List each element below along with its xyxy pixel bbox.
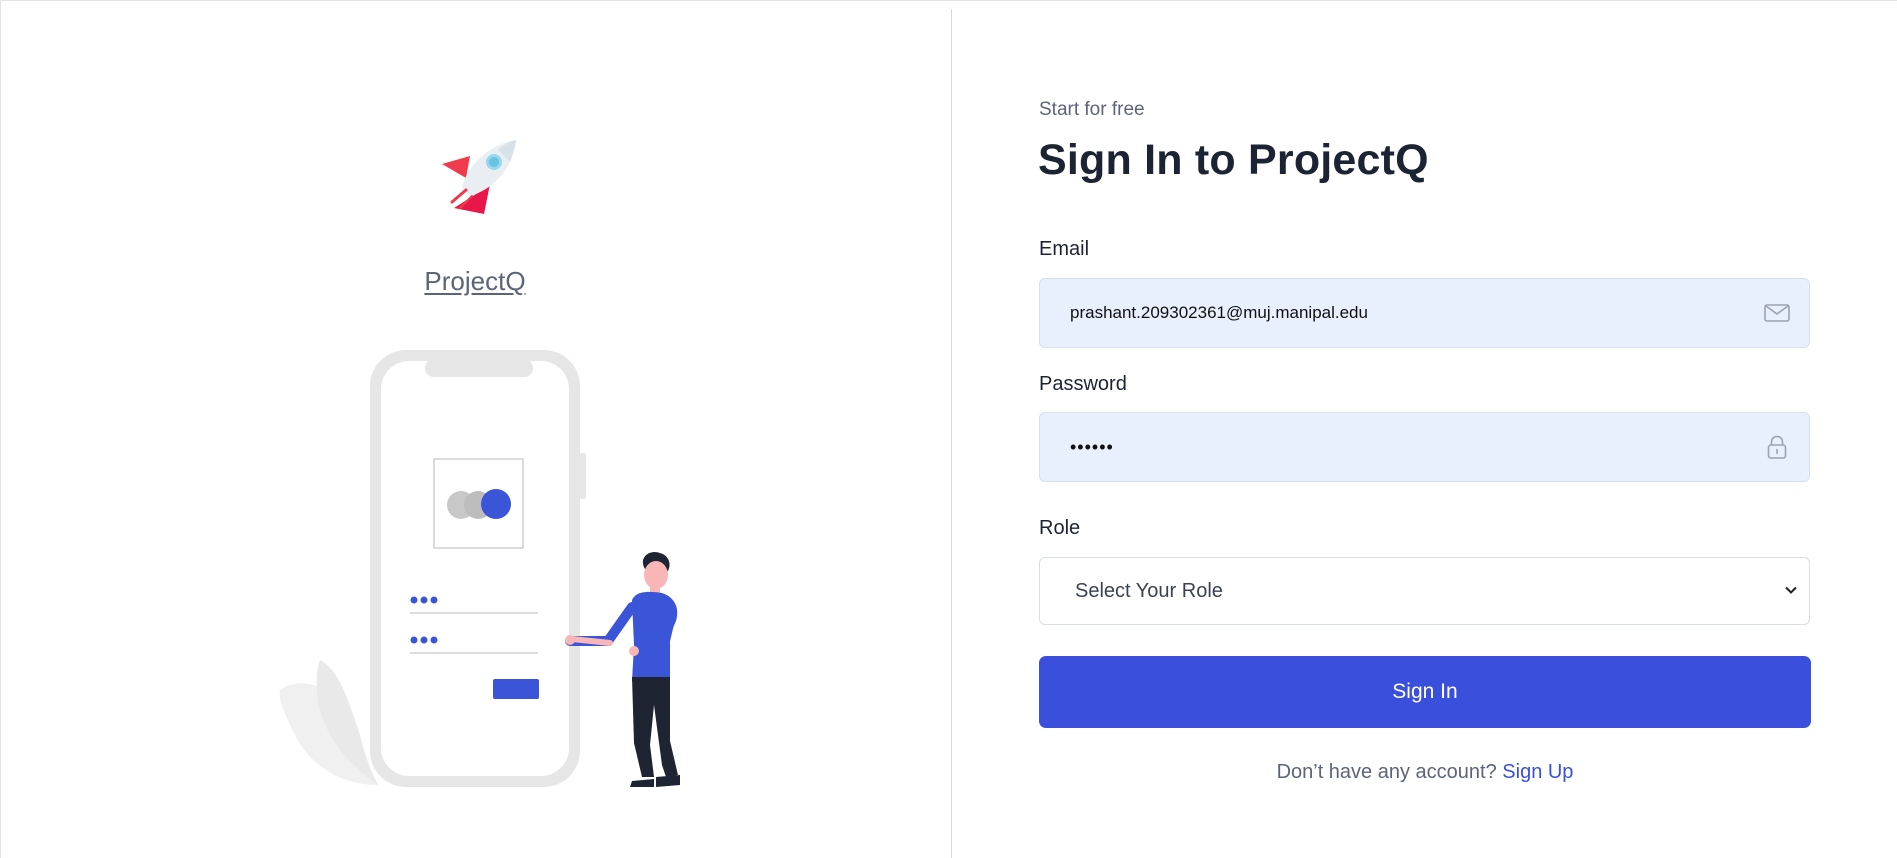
page-title: Sign In to ProjectQ [1038,136,1429,184]
email-field-wrapper [1039,278,1810,348]
role-label: Role [1039,517,1081,539]
password-field[interactable] [1070,413,1750,481]
password-field-wrapper [1039,412,1810,482]
signup-prompt-text: Don’t have any account? [1276,761,1497,783]
sign-in-button[interactable]: Sign In [1039,656,1811,728]
role-select[interactable]: Select Your Role [1039,557,1810,625]
envelope-icon [1764,304,1790,322]
form-eyebrow: Start for free [1039,99,1145,120]
sign-up-link[interactable]: Sign Up [1502,761,1573,783]
signup-prompt-line: Don’t have any account? Sign Up [1039,761,1811,784]
chevron-down-icon [1785,586,1797,594]
email-label: Email [1039,238,1090,260]
email-field[interactable] [1070,279,1750,347]
role-select-value: Select Your Role [1075,580,1223,602]
panel-divider [951,9,952,858]
window-top-border [0,0,1897,1]
rocket-icon [442,140,516,214]
window-left-border [0,0,1,858]
brand-name-link[interactable]: ProjectQ [375,266,575,297]
password-label: Password [1039,373,1127,395]
lock-icon [1767,435,1787,459]
login-illustration [279,350,680,787]
